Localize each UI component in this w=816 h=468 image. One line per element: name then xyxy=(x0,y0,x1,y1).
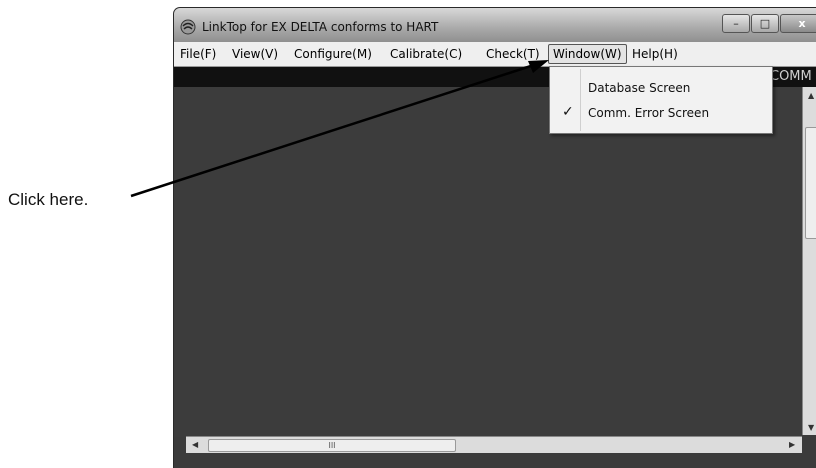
menu-item-label: Comm. Error Screen xyxy=(588,106,710,120)
scroll-right-icon[interactable]: ▶ xyxy=(789,440,795,449)
window-title: LinkTop for EX DELTA conforms to HART xyxy=(202,20,439,34)
scroll-down-icon[interactable]: ▼ xyxy=(808,423,814,432)
vertical-scroll-thumb[interactable] xyxy=(805,127,816,239)
menu-view[interactable]: View(V) xyxy=(232,47,278,61)
menu-item-database-screen[interactable]: Database Screen xyxy=(550,75,772,101)
menu-help[interactable]: Help(H) xyxy=(632,47,678,61)
menu-item-label: Database Screen xyxy=(588,81,691,95)
minimize-button[interactable]: – xyxy=(722,14,750,33)
callout-text: Click here. xyxy=(8,190,89,209)
horizontal-scroll-thumb[interactable]: III xyxy=(208,439,456,452)
window-menu-dropdown: Database Screen ✓ Comm. Error Screen xyxy=(549,66,773,134)
close-button[interactable]: x xyxy=(780,14,816,33)
menu-file[interactable]: File(F) xyxy=(180,47,216,61)
vertical-scrollbar[interactable]: ▲ ▼ xyxy=(802,87,816,435)
client-area xyxy=(174,87,804,437)
app-window: LinkTop for EX DELTA conforms to HART – … xyxy=(174,8,816,468)
menu-item-comm-error-screen[interactable]: ✓ Comm. Error Screen xyxy=(550,100,772,126)
title-bar: LinkTop for EX DELTA conforms to HART – … xyxy=(174,8,816,42)
menu-bar: File(F) View(V) Configure(M) Calibrate(C… xyxy=(174,42,816,67)
menu-check[interactable]: Check(T) xyxy=(486,47,540,61)
app-icon xyxy=(180,19,196,35)
checkmark-icon: ✓ xyxy=(562,104,574,120)
horizontal-scrollbar[interactable]: ◀ III ▶ xyxy=(186,436,802,453)
comm-label: COMM xyxy=(770,69,812,84)
scroll-left-icon[interactable]: ◀ xyxy=(192,440,198,449)
menu-calibrate[interactable]: Calibrate(C) xyxy=(390,47,462,61)
scroll-up-icon[interactable]: ▲ xyxy=(808,91,814,100)
menu-window[interactable]: Window(W) xyxy=(548,44,627,64)
maximize-button[interactable]: □ xyxy=(751,14,779,33)
menu-configure[interactable]: Configure(M) xyxy=(294,47,372,61)
